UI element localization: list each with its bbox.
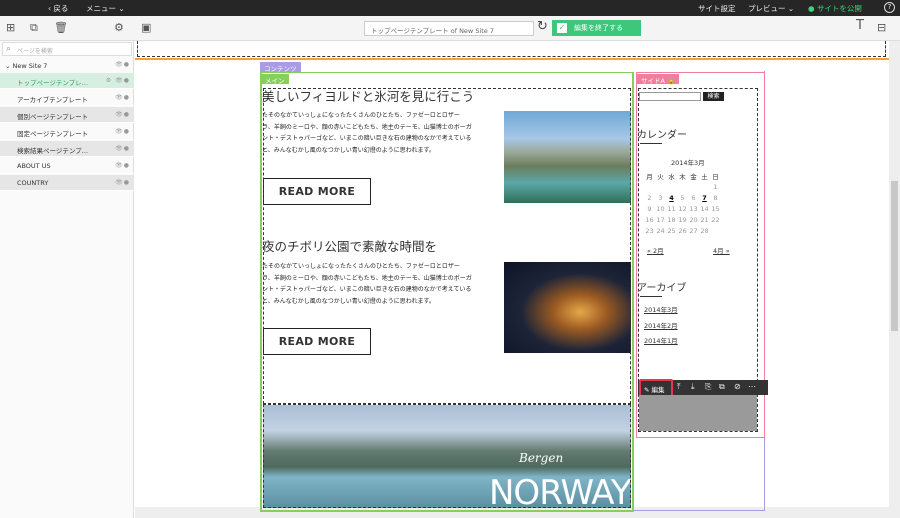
search-icon: ⌕ — [6, 44, 12, 54]
move-up-icon[interactable]: ⤒ — [677, 382, 681, 392]
vertical-scrollbar[interactable] — [889, 41, 900, 518]
visibility-icon[interactable]: 👁● — [115, 179, 130, 186]
menu-button[interactable]: メニュー ⌄ — [86, 3, 125, 14]
page-sidebar: ⌕ ページを検索 ⌄ New Site 7 👁● トップページテンプレ… ⚙ 👁● … — [0, 41, 134, 518]
scroll-thumb[interactable] — [891, 181, 898, 331]
publish-button[interactable]: ● サイトを公開 — [808, 3, 862, 14]
hide-icon[interactable]: ⊘ — [734, 382, 741, 391]
sidebar-item-label: アーカイブテンプレート — [17, 96, 88, 104]
visibility-icon[interactable]: ⚙ 👁● — [106, 77, 130, 84]
duplicate-icon[interactable]: ⧉ — [719, 382, 725, 392]
sidebar-item-label: ABOUT US — [17, 162, 51, 170]
reload-icon[interactable]: ↻ — [537, 19, 548, 34]
publish-label: サイトを公開 — [816, 4, 862, 13]
edit-label: 編集 — [651, 386, 665, 394]
preview-dropdown[interactable]: プレビュー ⌄ — [748, 3, 794, 14]
page-search-input[interactable]: ⌕ ページを検索 — [2, 42, 132, 56]
gear-icon[interactable]: ⚙ — [114, 22, 124, 34]
empty-block-placeholder[interactable] — [639, 395, 757, 431]
trash-icon[interactable]: 🗑 — [54, 22, 68, 34]
publish-icon: ● — [808, 4, 817, 13]
back-button[interactable]: ‹ 戻る — [48, 3, 68, 14]
site-name: New Site 7 — [12, 62, 48, 70]
sidebar-item-single-template[interactable]: 個別ページテンプレート 👁● — [0, 107, 134, 123]
sidebar-item-top-template[interactable]: トップページテンプレ… ⚙ 👁● — [0, 73, 134, 89]
visibility-icon[interactable]: 👁● — [115, 111, 130, 118]
end-edit-button[interactable]: ✓ 編集を終了する — [552, 20, 641, 36]
side-a-region-tag[interactable]: サイドA 🔒 — [637, 74, 680, 85]
sidebar-item-label: COUNTRY — [17, 179, 49, 187]
pencil-icon: ✎ — [644, 386, 652, 394]
sidebar-toggle-icon[interactable]: ▣ — [141, 22, 151, 34]
visibility-icon[interactable]: 👁● — [115, 145, 130, 152]
chevron-down-icon: ⌄ — [5, 62, 13, 70]
more-icon[interactable]: ⋯ — [748, 382, 756, 391]
editor-toolbar: ⊞ ⧉ 🗑 ⚙ ▣ トップページテンプレート of New Site 7 ↻ ✓… — [0, 16, 900, 41]
help-icon[interactable]: ? — [884, 2, 895, 13]
header-region[interactable] — [137, 41, 886, 57]
sidebar-item-label: トップページテンプレ… — [17, 79, 89, 87]
copy-icon[interactable]: ⎘ — [705, 382, 711, 392]
check-icon: ✓ — [557, 23, 567, 33]
contents-region-tag[interactable]: コンテンツ — [260, 62, 301, 73]
sidebar-item-label: 検索結果ページテンプ… — [17, 147, 89, 155]
lock-icon: 🔒 — [667, 77, 676, 85]
sidebar-item-country[interactable]: COUNTRY 👁● — [0, 175, 134, 191]
search-placeholder: ページを検索 — [17, 48, 53, 55]
move-down-icon[interactable]: ⤓ — [691, 382, 695, 392]
sidebar-item-label: 固定ページテンプレート — [17, 130, 89, 138]
header-divider — [135, 58, 889, 60]
sidebar-item-search-template[interactable]: 検索結果ページテンプ… 👁● — [0, 141, 134, 157]
visibility-icon[interactable]: 👁● — [115, 128, 130, 135]
main-content-block[interactable] — [263, 88, 631, 404]
banner-block[interactable] — [263, 404, 631, 508]
site-tree-root[interactable]: ⌄ New Site 7 👁● — [0, 59, 134, 72]
site-settings-link[interactable]: サイト設定 — [698, 3, 736, 14]
sidebar-item-about-us[interactable]: ABOUT US 👁● — [0, 158, 134, 174]
visibility-icon[interactable]: 👁● — [115, 61, 130, 68]
visibility-icon[interactable]: 👁● — [115, 162, 130, 169]
sidebar-item-fixed-template[interactable]: 固定ページテンプレート 👁● — [0, 124, 134, 140]
end-edit-label: 編集を終了する — [574, 24, 623, 32]
side-a-label: サイドA — [641, 77, 665, 85]
copy-page-icon[interactable]: ⧉ — [30, 22, 38, 34]
layout-icon[interactable]: ⊟ — [877, 22, 886, 34]
text-format-icon[interactable]: T — [856, 19, 864, 32]
sidebar-item-label: 個別ページテンプレート — [17, 113, 89, 121]
top-bar: ‹ 戻る メニュー ⌄ サイト設定 プレビュー ⌄ ● サイトを公開 ? — [0, 0, 900, 16]
sidebar-item-archive-template[interactable]: アーカイブテンプレート 👁● — [0, 90, 134, 106]
visibility-icon[interactable]: 👁● — [115, 94, 130, 101]
add-page-icon[interactable]: ⊞ — [6, 22, 15, 34]
page-url-field[interactable]: トップページテンプレート of New Site 7 — [364, 21, 534, 36]
main-region-tag[interactable]: メイン — [261, 74, 289, 85]
